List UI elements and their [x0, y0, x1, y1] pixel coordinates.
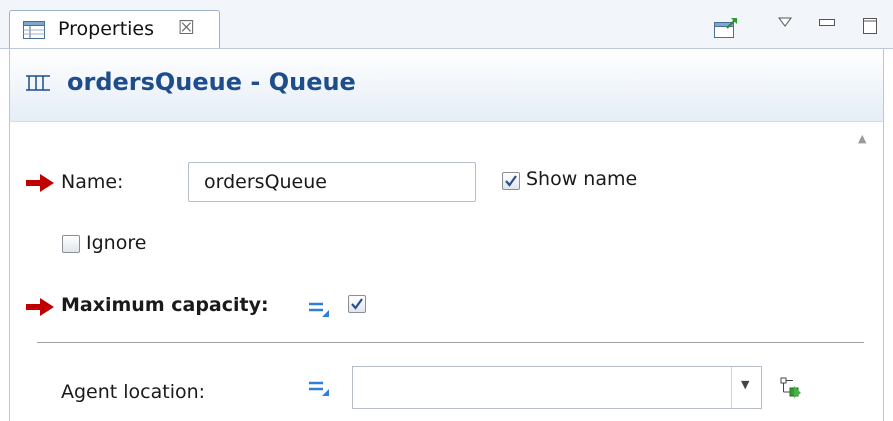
- ignore-checkbox[interactable]: [62, 235, 80, 253]
- chevron-down-icon: ▼: [741, 378, 750, 391]
- view-menu-icon[interactable]: [778, 17, 792, 27]
- minimize-icon[interactable]: [819, 19, 835, 27]
- name-field[interactable]: [188, 162, 476, 202]
- scroll-up-icon[interactable]: ▲: [858, 132, 866, 145]
- maximum-capacity-checkbox[interactable]: [348, 295, 366, 313]
- page-title: ordersQueue - Queue: [67, 68, 356, 96]
- dropdown-button[interactable]: ▼: [731, 367, 761, 408]
- ignore-label: Ignore: [86, 232, 147, 254]
- static-value-icon[interactable]: [307, 377, 333, 397]
- properties-panel: ▲ Name: Show name Ignore Maximum capacit…: [9, 121, 884, 421]
- maximum-capacity-label: Maximum capacity:: [61, 294, 269, 316]
- agent-location-label: Agent location:: [61, 381, 206, 403]
- properties-table-icon: [23, 21, 45, 39]
- view-tab-bar: Properties ☒: [0, 0, 893, 49]
- tab-properties[interactable]: Properties ☒: [9, 10, 220, 48]
- pin-to-editor-icon[interactable]: [713, 16, 739, 40]
- agent-location-dropdown[interactable]: ▼: [352, 366, 762, 409]
- section-divider: [37, 342, 864, 343]
- properties-header: ordersQueue - Queue: [9, 49, 884, 121]
- select-location-icon[interactable]: [779, 376, 803, 400]
- show-name-checkbox[interactable]: [502, 172, 520, 190]
- maximize-icon[interactable]: [863, 18, 877, 34]
- close-icon[interactable]: ☒: [178, 17, 195, 39]
- required-arrow-icon: [26, 174, 54, 192]
- queue-icon: [26, 75, 50, 91]
- show-name-label: Show name: [526, 168, 638, 190]
- tab-label: Properties: [58, 18, 155, 40]
- name-label: Name:: [61, 171, 124, 193]
- static-value-icon[interactable]: [307, 298, 333, 318]
- required-arrow-icon: [26, 298, 54, 316]
